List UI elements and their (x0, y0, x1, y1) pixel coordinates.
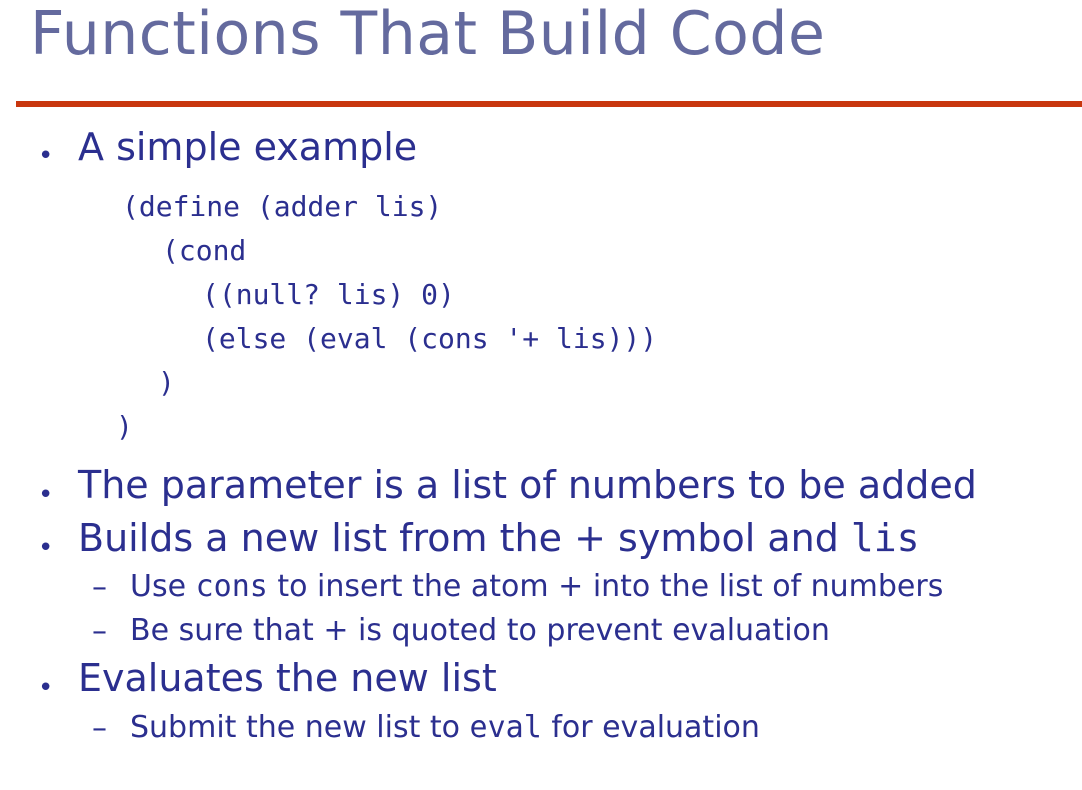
text-part: is quoted to prevent evaluation (348, 613, 830, 648)
code-line: ) (116, 410, 133, 443)
text-part: into the list of numbers (583, 569, 944, 604)
text-part: Be sure that (130, 613, 324, 648)
sub-bullet-text: Use cons to insert the atom + into the l… (130, 569, 943, 604)
dash-marker: – (92, 711, 107, 746)
plus-symbol: + (558, 569, 584, 604)
dash-marker: – (92, 614, 107, 649)
bullet-marker: • (38, 533, 54, 563)
plus-symbol: + (323, 613, 349, 648)
code-inline: lis (850, 516, 920, 560)
bullet-marker: • (38, 141, 54, 171)
slide-title: Functions That Build Code (30, 0, 826, 69)
bullet-text: The parameter is a list of numbers to be… (78, 463, 977, 507)
title-divider (16, 101, 1082, 107)
plus-symbol: + (574, 516, 606, 560)
bullet-marker: • (38, 673, 54, 703)
code-line: ) (158, 366, 175, 399)
bullet-text: Builds a new list from the + symbol and … (78, 516, 920, 560)
code-line: (cond (162, 234, 247, 267)
sub-bullet-text: Submit the new list to eval for evaluati… (130, 710, 760, 745)
bullet-text: Evaluates the new list (78, 656, 497, 700)
dash-marker: – (92, 570, 107, 605)
text-part: Submit the new list to (130, 710, 470, 745)
bullet-text-part: Builds a new list from the (78, 516, 575, 560)
text-part: Use (130, 569, 196, 604)
code-line: ((null? lis) 0) (202, 278, 455, 311)
sub-bullet-text: Be sure that + is quoted to prevent eval… (130, 613, 830, 648)
code-inline: eval (469, 710, 542, 745)
text-part: to insert the atom (267, 569, 559, 604)
code-line: (define (adder lis) (122, 190, 443, 223)
code-inline: cons (195, 569, 268, 604)
bullet-marker: • (38, 480, 54, 510)
bullet-text-part: symbol and (605, 516, 851, 560)
bullet-text: A simple example (78, 125, 418, 169)
code-line: (else (eval (cons '+ lis))) (202, 322, 658, 355)
text-part: for evaluation (541, 710, 760, 745)
